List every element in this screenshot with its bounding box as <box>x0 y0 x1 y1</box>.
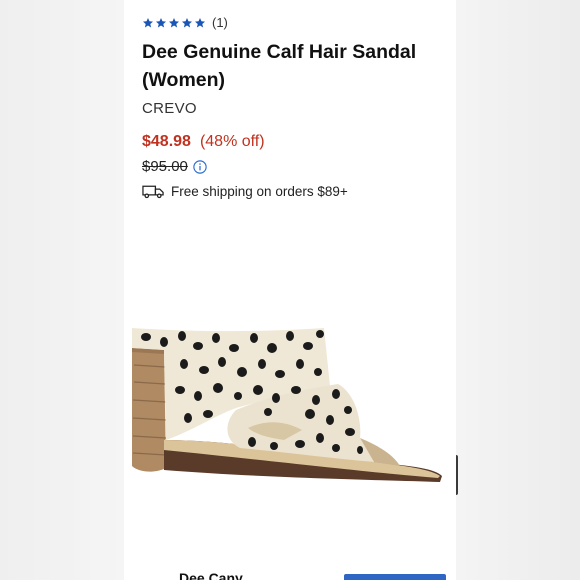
bottom-bar-brand: Dee Cany <box>179 570 243 580</box>
product-brand[interactable]: CREVO <box>142 100 197 117</box>
product-image[interactable] <box>124 290 456 490</box>
star-icon <box>169 17 179 27</box>
product-card: (1) Dee Genuine Calf Hair Sandal (Women)… <box>124 0 456 580</box>
star-icon <box>182 17 192 27</box>
price-row: $48.98 (48% off) <box>142 133 265 151</box>
rating[interactable]: (1) <box>142 15 228 30</box>
sale-price: $48.98 <box>142 133 191 150</box>
star-rating <box>142 17 206 29</box>
shipping-row: Free shipping on orders $89+ <box>142 183 348 199</box>
discount-percent: (48% off) <box>199 133 265 150</box>
shipping-text: Free shipping on orders $89+ <box>171 183 348 199</box>
original-price-row: $95.00 <box>142 158 207 175</box>
info-icon[interactable] <box>193 159 207 174</box>
background-left <box>0 0 124 580</box>
bottom-action-button[interactable] <box>344 574 446 580</box>
star-icon <box>143 17 153 27</box>
product-title: Dee Genuine Calf Hair Sandal (Women) <box>142 41 417 91</box>
rating-count[interactable]: (1) <box>212 15 228 30</box>
truck-icon <box>142 185 164 199</box>
star-icon <box>195 17 205 27</box>
background-right <box>456 0 580 580</box>
star-icon <box>156 17 166 27</box>
original-price: $95.00 <box>142 158 188 175</box>
